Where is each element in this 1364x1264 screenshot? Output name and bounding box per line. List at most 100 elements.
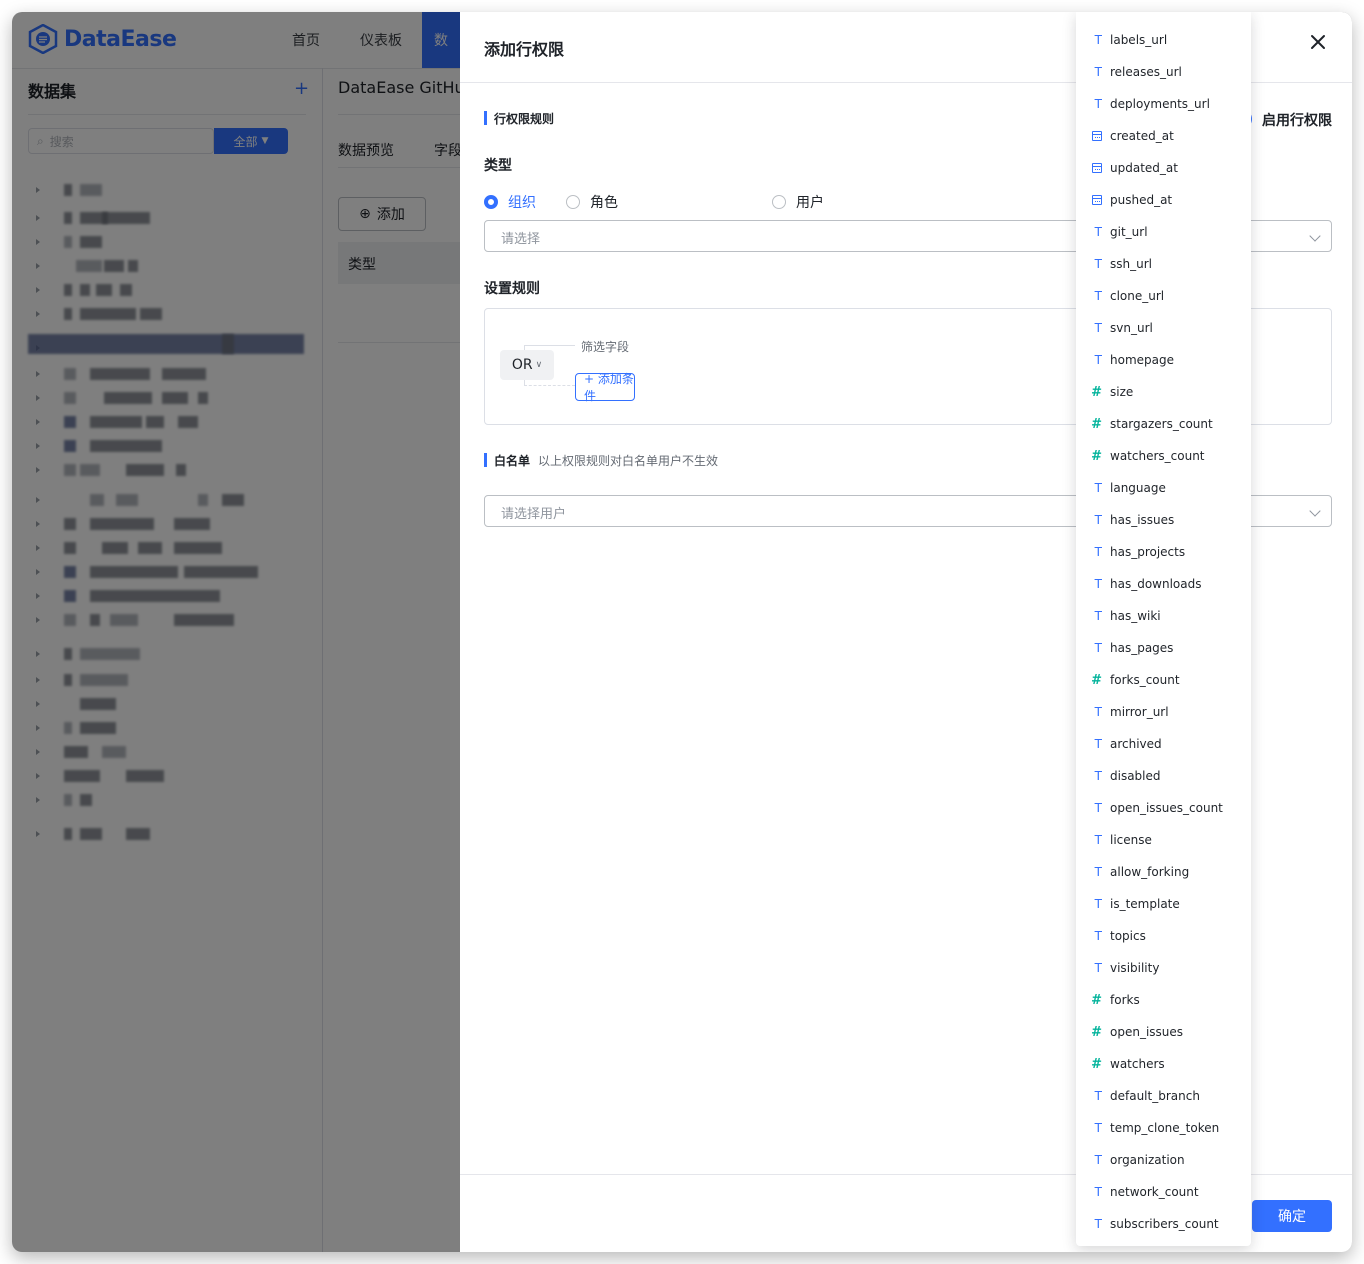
field-option[interactable]: Tlabels_url [1076,24,1251,56]
field-option-label: has_issues [1110,513,1175,527]
field-option[interactable]: # size [1076,376,1251,408]
calendar-icon [1076,131,1110,141]
text-type-icon: T [1094,1121,1102,1135]
chevron-down-icon [1309,505,1321,517]
field-option[interactable]: Thas_wiki [1076,600,1251,632]
drawer-title: 添加行权限 [484,40,565,59]
field-dropdown: Tlabels_url Treleases_url Tdeployments_url… [1076,12,1251,1246]
text-type-icon: T [1094,289,1102,303]
field-option-label: default_branch [1110,1089,1200,1103]
field-option-label: subscribers_count [1110,1217,1219,1231]
field-option[interactable]: Tvisibility [1076,952,1251,984]
whitelist-select-placeholder: 请选择用户 [501,507,567,522]
field-option-label: license [1110,833,1152,847]
text-type-icon: T [1094,513,1102,527]
radio-dot [484,195,498,209]
chevron-down-icon [1309,230,1321,242]
field-option-label: svn_url [1110,321,1153,335]
field-option[interactable]: # stargazers_count [1076,408,1251,440]
field-option[interactable]: updated_at [1076,152,1251,184]
text-type-icon: T [1094,321,1102,335]
radio-role[interactable]: 角色 [566,192,618,212]
field-option-label: deployments_url [1110,97,1210,111]
field-option[interactable]: Tdisabled [1076,760,1251,792]
close-icon[interactable] [1306,30,1330,54]
field-option[interactable]: Thas_downloads [1076,568,1251,600]
field-option[interactable]: Tmirror_url [1076,696,1251,728]
field-option[interactable]: Thas_projects [1076,536,1251,568]
field-option-label: is_template [1110,897,1180,911]
field-option[interactable]: Topen_issues_count [1076,792,1251,824]
text-type-icon: T [1094,97,1102,111]
field-option-label: archived [1110,737,1162,751]
field-option[interactable]: # watchers [1076,1048,1251,1080]
field-option-label: organization [1110,1153,1185,1167]
field-option[interactable]: # watchers_count [1076,440,1251,472]
field-option-label: clone_url [1110,289,1165,303]
row-permission-drawer: 添加行权限 行权限规则 启用行权限 类型 组织 角色 用户 请选择 设置规则 O… [460,12,1352,1252]
field-option-label: has_projects [1110,545,1186,559]
field-option-label: forks [1110,993,1140,1007]
section-marker [484,453,487,467]
radio-dot [772,195,786,209]
section-marker [484,111,487,125]
field-option[interactable]: # forks_count [1076,664,1251,696]
text-type-icon: T [1094,769,1102,783]
field-option[interactable]: Tlicense [1076,824,1251,856]
enable-row-permission-label: 启用行权限 [1262,113,1332,129]
field-option[interactable]: Thas_issues [1076,504,1251,536]
field-option[interactable]: Tsubscribers_count [1076,1208,1251,1240]
number-type-icon: # [1091,416,1102,432]
field-option-label: pushed_at [1110,193,1173,207]
field-option[interactable]: Tgit_url [1076,216,1251,248]
field-option-label: open_issues [1110,1025,1184,1039]
radio-organization[interactable]: 组织 [484,192,536,212]
field-option[interactable]: Tnetwork_count [1076,1176,1251,1208]
radio-user[interactable]: 用户 [772,192,824,212]
field-option-label: releases_url [1110,65,1182,79]
field-option[interactable]: Treleases_url [1076,56,1251,88]
text-type-icon: T [1094,1217,1102,1231]
field-option[interactable]: created_at [1076,120,1251,152]
add-condition-button[interactable]: + 添加条件 [575,372,635,403]
field-option[interactable]: Ttopics [1076,920,1251,952]
field-option[interactable]: Torganization [1076,1144,1251,1176]
text-type-icon: T [1094,257,1102,271]
text-type-icon: T [1094,929,1102,943]
text-type-icon: T [1094,897,1102,911]
text-type-icon: T [1094,1153,1102,1167]
field-option[interactable]: Tssh_url [1076,248,1251,280]
field-option[interactable]: Tsvn_url [1076,312,1251,344]
field-option[interactable]: Ttemp_clone_token [1076,1112,1251,1144]
field-option-label: created_at [1110,129,1174,143]
field-option[interactable]: Tlanguage [1076,472,1251,504]
field-option-label: temp_clone_token [1110,1121,1220,1135]
field-option[interactable]: Tdeployments_url [1076,88,1251,120]
chevron-down-icon: ∨ [535,360,543,370]
field-option[interactable]: Tis_template [1076,888,1251,920]
calendar-icon [1076,195,1110,205]
field-option[interactable]: Tdefault_branch [1076,1080,1251,1112]
field-option-label: open_issues_count [1110,801,1223,815]
text-type-icon: T [1094,705,1102,719]
rule-filter-field[interactable]: 筛选字段 [581,338,629,355]
text-type-icon: T [1094,545,1102,559]
field-option-label: watchers [1110,1057,1165,1071]
field-option[interactable]: pushed_at [1076,184,1251,216]
field-option[interactable]: Tarchived [1076,728,1251,760]
text-type-icon: T [1094,577,1102,591]
text-type-icon: T [1094,65,1102,79]
calendar-icon [1076,163,1110,173]
field-option[interactable]: # forks [1076,984,1251,1016]
field-option[interactable]: Tallow_forking [1076,856,1251,888]
field-option-label: stargazers_count [1110,417,1213,431]
rule-logic-select[interactable]: OR ∨ [500,350,554,380]
field-option[interactable]: Thas_pages [1076,632,1251,664]
field-option[interactable]: # open_issues [1076,1016,1251,1048]
confirm-button[interactable]: 确定 [1252,1200,1332,1232]
field-option[interactable]: Tclone_url [1076,280,1251,312]
text-type-icon: T [1094,1185,1102,1199]
field-option-label: ssh_url [1110,257,1152,271]
field-option-label: topics [1110,929,1146,943]
field-option[interactable]: Thomepage [1076,344,1251,376]
